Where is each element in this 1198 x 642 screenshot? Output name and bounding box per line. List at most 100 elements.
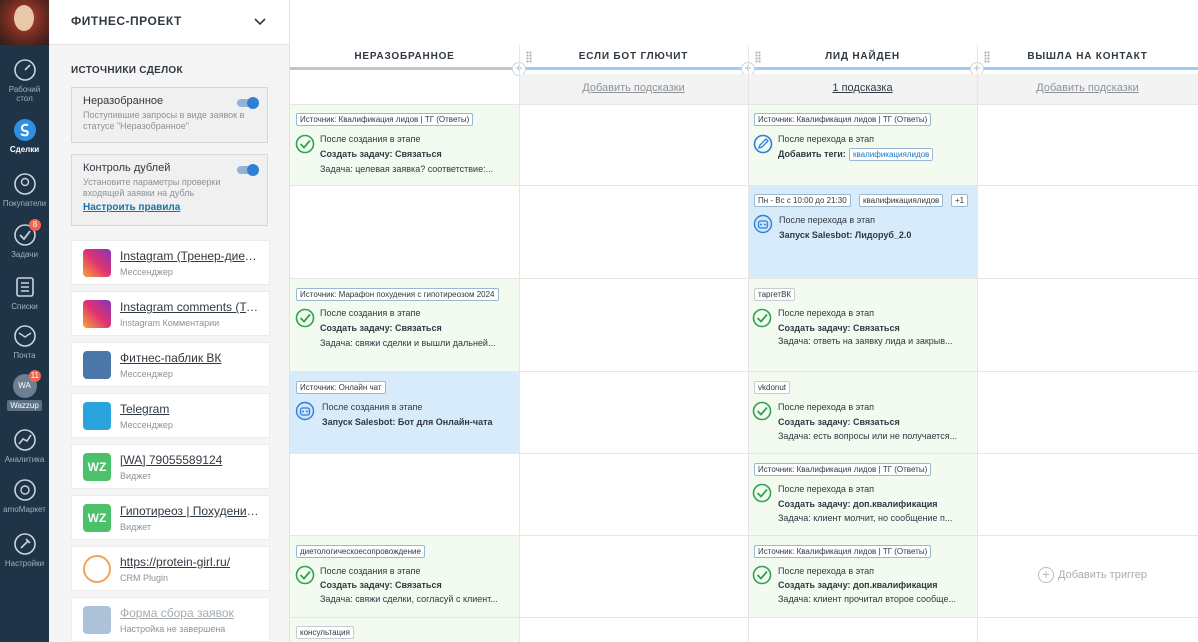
tasks-badge: 8 [29,219,41,231]
wazzup-widget-icon: WZ [83,453,111,481]
nav-deals[interactable]: Сделки [0,118,49,154]
source-item[interactable]: Форма сбора заявок Настройка не завершен… [71,597,270,642]
telegram-icon [83,402,111,430]
trigger-event: После перехода в этап [778,484,874,494]
duplicates-rules-link[interactable]: Настроить правила [83,202,256,213]
trigger-event: После перехода в этап [778,134,874,144]
unsorted-toggle[interactable] [237,97,259,109]
mail-icon [13,325,36,347]
source-type: Мессенджер [120,267,173,277]
source-type: Настройка не завершена [120,624,226,634]
column-header: ЕСЛИ БОТ ГЛЮЧИТ [578,51,689,62]
source-name[interactable]: Фитнес-паблик ВК [120,351,260,365]
row-divider [290,185,1198,186]
trigger-details: Задача: свяжи сделки и вышли дальней... [320,338,496,348]
duplicates-subtitle: Установите параметры проверки входящей з… [83,177,221,198]
nav-mail[interactable]: Почта [0,324,49,360]
nav-settings[interactable]: Настройки [0,532,49,568]
trigger-action: Создать задачу: Связаться [320,149,442,159]
create-task-icon [752,565,772,585]
trigger-action: Создать задачу: Связаться [778,323,900,333]
unsorted-title: Неразобранное [83,95,164,107]
nav-lists-label: Списки [11,302,38,311]
create-task-icon [295,308,315,328]
chevron-down-icon[interactable] [253,14,267,28]
drag-handle-icon[interactable] [755,51,761,63]
source-name[interactable]: Instagram (Тренер-диетолог... [120,249,260,263]
create-task-icon [752,308,772,328]
nav-deals-label: Сделки [9,145,40,154]
trigger-event: После перехода в этап [779,215,875,225]
source-item[interactable]: Instagram (Тренер-диетолог... Мессенджер [71,240,270,285]
instagram-icon [83,249,111,277]
pipeline-sidebar: ФИТНЕС-ПРОЕКТ ИСТОЧНИКИ СДЕЛОК Неразобра… [49,0,290,642]
nav-dashboard-label: Рабочий стол [8,85,41,103]
plus-circle-icon: + [1038,567,1054,583]
market-icon [13,479,36,501]
lists-icon [15,277,34,297]
deals-icon [13,119,36,141]
source-name[interactable]: Telegram [120,402,260,416]
triggers-board: НЕРАЗОБРАННОЕ ЕСЛИ БОТ ГЛЮЧИТ ЛИД НАЙДЕН… [290,0,1198,642]
column-divider [748,45,749,642]
row-divider [290,371,1198,372]
trigger-condition-tag: Источник: Квалификация лидов | ТГ (Ответ… [296,113,474,126]
column-divider [519,45,520,642]
nav-mail-label: Почта [13,351,36,360]
create-task-icon [295,134,315,154]
user-avatar[interactable] [0,0,49,45]
trigger-condition-tag: vkdonut [754,381,791,394]
duplicates-toggle[interactable] [237,164,259,176]
trigger-condition-tag: Источник: Квалификация лидов | ТГ (Ответ… [754,463,932,476]
column-header: ВЫШЛА НА КОНТАКТ [1027,51,1148,62]
trigger-action: Запуск Salesbot: Лидоруб_2.0 [779,230,912,240]
row-divider [290,278,1198,279]
left-navigation: Рабочий стол Сделки Покупатели 8 Задачи … [0,0,49,642]
trigger-schedule-tag: Пн - Вс с 10:00 до 21:30 [754,194,851,207]
source-item[interactable]: Фитнес-паблик ВК Мессенджер [71,342,270,387]
source-item[interactable]: WZ [WA] 79055589124 Виджет [71,444,270,489]
add-hints-link[interactable]: Добавить подсказки [519,74,748,104]
trigger-details: Задача: клиент молчит, но сообщение п... [778,513,953,523]
source-item[interactable]: WZ Гипотиреоз | Похудение |... Виджет [71,495,270,540]
trigger-details: Задача: ответь на заявку лида и закрыв..… [778,336,953,346]
more-tags-counter[interactable]: +1 [951,194,969,207]
drag-handle-icon[interactable] [526,51,532,63]
source-name[interactable]: https://protein-girl.ru/ [120,555,260,569]
source-item[interactable]: Telegram Мессенджер [71,393,270,438]
wazzup-badge: 11 [28,370,41,382]
trigger-details: Задача: клиент прочитал второе сообще... [778,594,956,604]
nav-lists[interactable]: Списки [0,275,49,311]
add-trigger-label: Добавить триггер [1058,568,1147,581]
source-item[interactable]: https://protein-girl.ru/ CRM Plugin [71,546,270,591]
trigger-action: Создать задачу: доп.квалификация [778,499,938,509]
source-item[interactable]: Instagram comments (Трен... Instagram Ко… [71,291,270,336]
column-header: НЕРАЗОБРАННОЕ [354,51,455,62]
wazzup-widget-icon: WZ [83,504,111,532]
crm-plugin-icon [83,555,111,583]
pipeline-title[interactable]: ФИТНЕС-ПРОЕКТ [71,14,182,28]
nav-customers[interactable]: Покупатели [0,172,49,208]
column-color-bar [523,67,744,70]
source-name[interactable]: Форма сбора заявок [120,606,260,620]
nav-dashboard[interactable]: Рабочий стол [0,58,49,103]
source-name[interactable]: Instagram comments (Трен... [120,300,260,314]
source-name[interactable]: Гипотиреоз | Похудение |... [120,504,260,518]
row-divider [290,535,1198,536]
add-hints-link[interactable]: Добавить подсказки [977,74,1198,104]
source-type: Instagram Комментарии [120,318,220,328]
nav-tasks[interactable]: 8 Задачи [0,219,49,259]
nav-analytics[interactable]: Аналитика [0,428,49,464]
add-trigger-button[interactable]: + Добавить триггер [1038,567,1147,583]
nav-wazzup[interactable]: WA 11 Wazzup [0,370,49,411]
source-name[interactable]: [WA] 79055589124 [120,453,260,467]
trigger-condition-tag: диетологическоесопровождение [296,545,425,558]
create-task-icon [752,401,772,421]
drag-handle-icon[interactable] [984,51,990,63]
tag-chip: квалификациялидов [849,148,934,161]
nav-customers-label: Покупатели [2,199,47,208]
trigger-condition-tag: консультация [296,626,354,639]
nav-market[interactable]: amoМаркет [0,478,49,514]
nav-settings-label: Настройки [4,559,45,568]
hints-count-link[interactable]: 1 подсказка [748,74,977,104]
